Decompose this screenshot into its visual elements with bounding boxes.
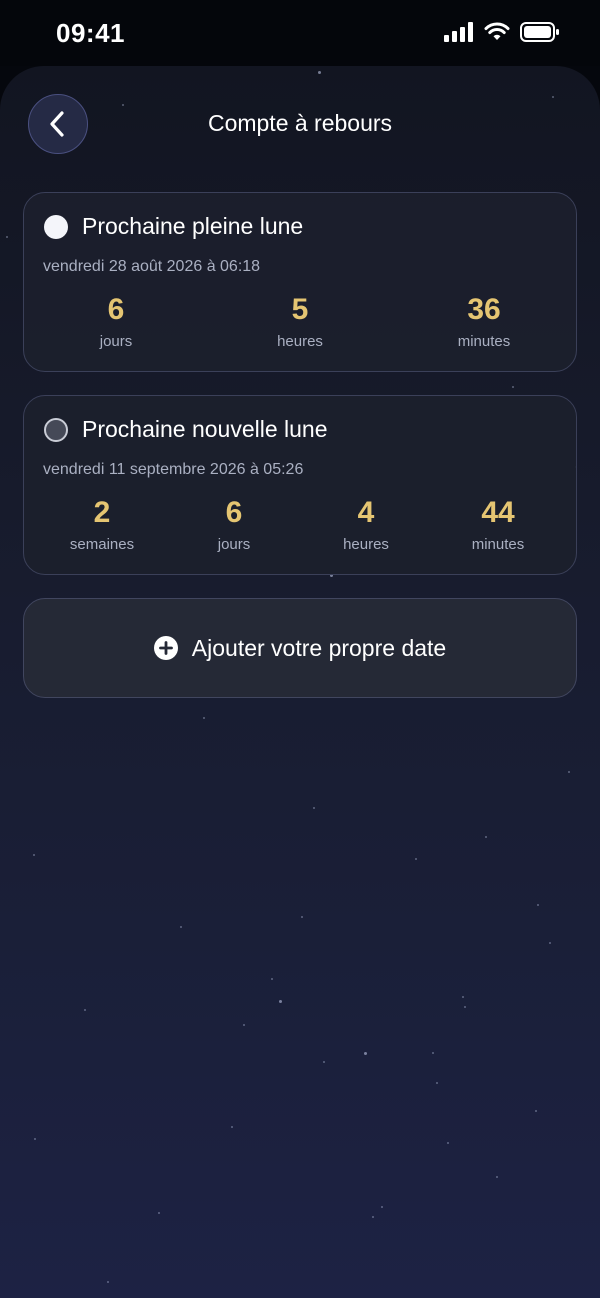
unit-label: semaines bbox=[69, 536, 135, 553]
card-date: vendredi 11 septembre 2026 à 05:26 bbox=[43, 461, 304, 478]
battery-icon bbox=[520, 22, 559, 42]
countdown-row: 2 semaines 6 jours 4 heures 44 minutes bbox=[24, 496, 576, 553]
full-moon-card: Prochaine pleine lune vendredi 28 août 2… bbox=[23, 192, 577, 372]
add-custom-date-button[interactable]: Ajouter votre propre date bbox=[23, 598, 577, 698]
wifi-icon bbox=[484, 22, 510, 40]
countdown-unit-weeks: 2 semaines bbox=[36, 496, 168, 553]
countdown-sheet: Compte à rebours Prochaine pleine lune v… bbox=[0, 66, 600, 1298]
full-moon-icon bbox=[44, 214, 68, 239]
countdown-unit-minutes: 44 minutes bbox=[432, 496, 564, 553]
unit-value: 6 bbox=[107, 293, 125, 326]
card-title: Prochaine nouvelle lune bbox=[82, 416, 328, 442]
unit-label: minutes bbox=[471, 536, 525, 553]
unit-value: 2 bbox=[93, 496, 111, 529]
status-icons bbox=[444, 22, 560, 42]
new-moon-icon bbox=[44, 417, 68, 442]
page-title: Compte à rebours bbox=[207, 110, 393, 136]
screen: 09:41 Compte à rebours Prochaine pleine … bbox=[0, 0, 600, 1298]
unit-value: 5 bbox=[291, 293, 309, 326]
countdown-unit-hours: 5 heures bbox=[208, 293, 392, 350]
unit-value: 36 bbox=[467, 293, 501, 326]
countdown-unit-hours: 4 heures bbox=[300, 496, 432, 553]
unit-label: heures bbox=[343, 536, 389, 553]
countdown-unit-minutes: 36 minutes bbox=[392, 293, 576, 350]
new-moon-card: Prochaine nouvelle lune vendredi 11 sept… bbox=[23, 395, 577, 575]
unit-label: minutes bbox=[457, 333, 511, 350]
countdown-row: 6 jours 5 heures 36 minutes bbox=[24, 293, 576, 350]
status-bar: 09:41 bbox=[0, 0, 600, 66]
countdown-unit-days: 6 jours bbox=[24, 293, 208, 350]
unit-value: 4 bbox=[357, 496, 375, 529]
card-header: Prochaine pleine lune bbox=[44, 213, 303, 240]
card-title: Prochaine pleine lune bbox=[82, 213, 304, 239]
card-date: vendredi 28 août 2026 à 06:18 bbox=[43, 258, 261, 275]
unit-label: jours bbox=[99, 333, 133, 350]
status-time: 09:41 bbox=[56, 18, 125, 48]
unit-value: 6 bbox=[225, 496, 243, 529]
add-button-label: Ajouter votre propre date bbox=[191, 634, 447, 661]
signal-icon bbox=[444, 22, 473, 42]
unit-value: 44 bbox=[481, 496, 515, 529]
plus-circle-icon bbox=[153, 636, 178, 660]
card-header: Prochaine nouvelle lune bbox=[44, 416, 328, 443]
unit-label: heures bbox=[277, 333, 323, 350]
unit-label: jours bbox=[217, 536, 251, 553]
countdown-unit-days: 6 jours bbox=[168, 496, 300, 553]
